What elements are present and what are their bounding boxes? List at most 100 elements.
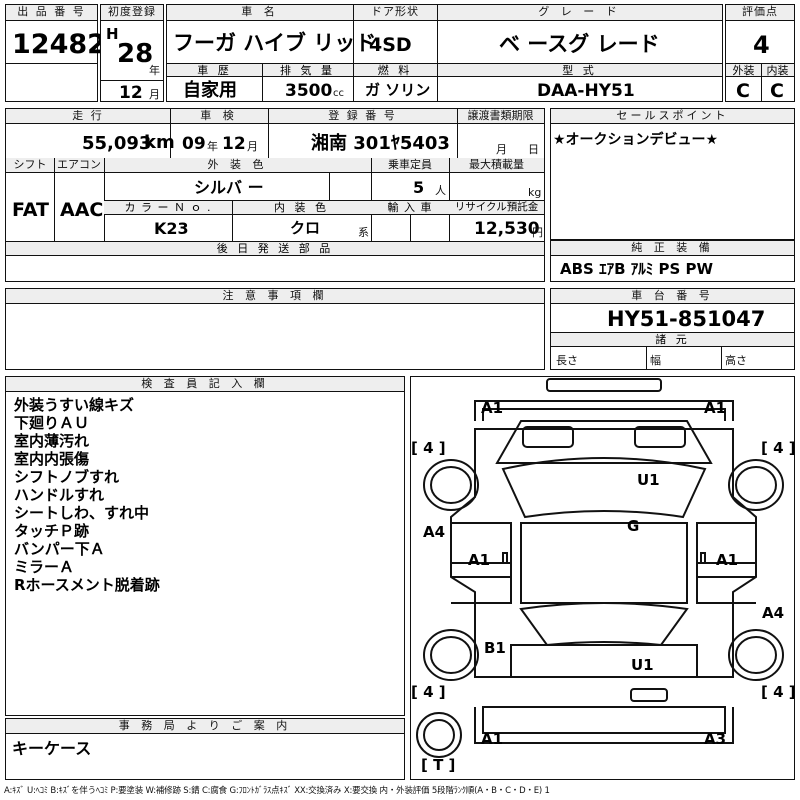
interior-color-value: クロ bbox=[290, 219, 321, 237]
equipment-section: 純 正 装 備 ABS ｴｱB ｱﾙﾐ PS PW bbox=[550, 240, 795, 282]
score-value: 4 bbox=[753, 31, 770, 59]
mileage-value: 55,093 bbox=[82, 133, 152, 154]
sales-point-text: ★オークションデビュー★ bbox=[553, 132, 719, 148]
vehicle-info: 車 名 ドア形状 グ レ ー ド フーガ ハイブ リッド 4SD ベ ースグ レ… bbox=[166, 4, 723, 102]
aircon-label: エアコン bbox=[54, 158, 104, 173]
inspection-label: 車 検 bbox=[170, 109, 268, 124]
reg-month: 12 bbox=[119, 83, 143, 103]
mileage-label: 走 行 bbox=[6, 109, 170, 124]
lot-label: 出 品 番 号 bbox=[6, 5, 97, 21]
plate-label: 登 録 番 号 bbox=[268, 109, 457, 124]
shift-value: FAT bbox=[12, 199, 49, 221]
height-label: 高さ bbox=[725, 354, 747, 367]
transfer-day-unit: 日 bbox=[528, 143, 539, 156]
chassis-number: HY51-851047 bbox=[607, 307, 766, 331]
sales-point-section: セールスポイント ★オークションデビュー★ bbox=[550, 108, 795, 240]
caution-label: 注 意 事 項 欄 bbox=[6, 289, 544, 304]
chassis-section: 車 台 番 号 HY51-851047 諸 元 長さ 幅 高さ bbox=[550, 288, 795, 370]
inspection-month: 12 bbox=[222, 134, 246, 154]
damage-mark-left-rear-door: B1 bbox=[484, 639, 506, 657]
grade-value: ベ ースグ レード bbox=[499, 32, 660, 56]
capacity-value: 5 bbox=[413, 178, 425, 197]
score-section: 評価点 4 外装 内装 C C bbox=[725, 4, 795, 102]
recycle-unit: 円 bbox=[532, 226, 543, 239]
damage-mark-front-left-bumper: A1 bbox=[481, 399, 504, 417]
width-label: 幅 bbox=[650, 354, 661, 367]
exterior-label: 外装 bbox=[726, 63, 761, 77]
grade-label: グ レ ー ド bbox=[437, 5, 722, 21]
spec-label: 諸 元 bbox=[551, 332, 794, 347]
year-unit: 年 bbox=[149, 64, 160, 77]
transfer-label: 譲渡書類期限 bbox=[457, 109, 544, 124]
later-parts-label: 後 日 発 送 部 品 bbox=[6, 241, 544, 256]
capacity-unit: 人 bbox=[435, 184, 446, 197]
damage-mark-spare-tire: [ T ] bbox=[421, 756, 456, 774]
inspection-month-unit: 月 bbox=[247, 140, 258, 153]
car-outline bbox=[416, 378, 784, 758]
load-label: 最大積載量 bbox=[449, 158, 544, 173]
color-value: シルバ ー bbox=[194, 178, 264, 197]
damage-mark-right-quarter: A4 bbox=[762, 604, 785, 622]
first-reg-label: 初度登録 bbox=[101, 5, 163, 21]
displacement-label: 排 気 量 bbox=[262, 63, 353, 77]
inspector-note: バンパー下Ａ bbox=[14, 540, 105, 558]
load-unit: kg bbox=[528, 186, 542, 199]
first-registration: 初度登録 H 28 年 12 月 bbox=[100, 4, 164, 102]
color-no-label: カ ラ ー Ｎ ｏ . bbox=[104, 200, 232, 215]
damage-mark-roof: U1 bbox=[637, 471, 660, 489]
fuel-value: ガ ソリン bbox=[365, 81, 431, 99]
damage-mark-windshield: G bbox=[627, 517, 640, 535]
plate-value: 湘南 301ﾔ5403 bbox=[311, 133, 450, 154]
equipment-text: ABS ｴｱB ｱﾙﾐ PS PW bbox=[560, 260, 714, 278]
inspector-note: 室内内張傷 bbox=[14, 450, 90, 468]
fuel-label: 燃 料 bbox=[353, 63, 437, 77]
inspector-note: 下廻りＡＵ bbox=[14, 414, 90, 432]
door-label: ドア形状 bbox=[353, 5, 437, 21]
reg-year: 28 bbox=[117, 39, 154, 69]
inspection-year-unit: 年 bbox=[207, 140, 218, 153]
inspector-note: シートしわ、すれ中 bbox=[14, 504, 150, 522]
office-section: 事 務 局 よ り ご 案 内 キーケース bbox=[5, 718, 405, 780]
car-diagram: A1 A1 [ 4 ] [ 4 ] U1 G A4 A1 A1 A4 B1 U1 [ 4 ] [ 4 ] A… bbox=[410, 376, 796, 780]
inspector-note: タッチＰ跡 bbox=[14, 522, 90, 540]
damage-mark-trunk: U1 bbox=[631, 656, 654, 674]
exterior-value: C bbox=[736, 80, 750, 102]
sales-point-label: セールスポイント bbox=[551, 109, 794, 124]
damage-mark-tire-rear-right: [ 4 ] bbox=[761, 683, 796, 701]
inspector-note: 室内薄汚れ bbox=[14, 432, 90, 450]
damage-mark-tire-front-right: [ 4 ] bbox=[761, 439, 796, 457]
caution-section: 注 意 事 項 欄 bbox=[5, 288, 545, 370]
details-section: 走 行 車 検 登 録 番 号 譲渡書類期限 55,093 km 09 年 12… bbox=[5, 108, 545, 282]
inspector-note: ミラーＡ bbox=[14, 558, 75, 576]
model-label: 型 式 bbox=[437, 63, 722, 77]
color-no-value: K23 bbox=[154, 219, 189, 238]
transfer-month-unit: 月 bbox=[496, 143, 507, 156]
office-text: キーケース bbox=[12, 739, 92, 758]
office-label: 事 務 局 よ り ご 案 内 bbox=[6, 719, 404, 734]
score-label: 評価点 bbox=[726, 5, 794, 21]
inspector-note: Rホースメント脱着跡 bbox=[14, 576, 160, 594]
capacity-label: 乗車定員 bbox=[371, 158, 449, 173]
interior-color-unit: 系 bbox=[358, 226, 369, 239]
aircon-value: AAC bbox=[60, 199, 104, 221]
mileage-unit: km bbox=[144, 132, 175, 153]
model-value: DAA-HY51 bbox=[537, 81, 635, 101]
inspector-note: シフトノブすれ bbox=[14, 468, 120, 486]
inspector-note: ハンドルすれ bbox=[14, 486, 105, 504]
damage-mark-front-right-bumper: A1 bbox=[704, 399, 727, 417]
length-label: 長さ bbox=[556, 354, 578, 367]
door-value: 4SD bbox=[369, 34, 412, 56]
damage-mark-left-door: A1 bbox=[468, 551, 491, 569]
damage-mark-tire-front-left: [ 4 ] bbox=[411, 439, 446, 457]
import-label: 輸 入 車 bbox=[371, 200, 449, 215]
color-label: 外 装 色 bbox=[104, 158, 371, 173]
car-name: フーガ ハイブ リッド bbox=[173, 31, 377, 55]
damage-mark-left-fender: A4 bbox=[423, 523, 446, 541]
chassis-label: 車 台 番 号 bbox=[551, 289, 794, 304]
damage-mark-tire-rear-left: [ 4 ] bbox=[411, 683, 446, 701]
history-label: 車 歴 bbox=[167, 63, 262, 77]
inspection-year: 09 bbox=[182, 134, 206, 154]
inspector-note: 外装うすい線キズ bbox=[14, 396, 135, 414]
damage-mark-rear-left-bumper: A1 bbox=[481, 730, 504, 748]
history-value: 自家用 bbox=[183, 80, 237, 101]
